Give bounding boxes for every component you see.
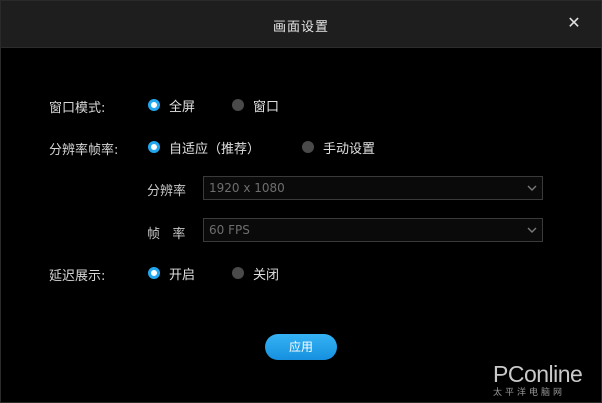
delay-display-label: 延迟展示:: [49, 269, 106, 284]
display-settings-dialog: 画面设置 ✕ 窗口模式: 全屏 窗口 分辨率帧率: 自适应（推荐） 手动设置 分…: [0, 0, 602, 403]
radio-checked-icon: [148, 99, 160, 111]
pconline-watermark: PConline 太平洋电脑网: [493, 361, 597, 398]
delay-display-off-radio[interactable]: 关闭: [232, 263, 279, 283]
apply-button[interactable]: 应用: [265, 334, 337, 360]
fps-value: 60 FPS: [209, 223, 250, 237]
resolution-manual-radio[interactable]: 手动设置: [302, 137, 375, 157]
chevron-down-icon: [527, 185, 537, 191]
radio-unchecked-icon: [232, 267, 244, 279]
watermark-logo: PConline: [493, 361, 583, 387]
resolution-adaptive-radio[interactable]: 自适应（推荐）: [148, 137, 260, 157]
radio-label: 手动设置: [323, 141, 376, 157]
radio-label: 全屏: [169, 99, 196, 115]
radio-label: 关闭: [253, 267, 280, 283]
window-mode-windowed-radio[interactable]: 窗口: [232, 95, 279, 115]
chevron-down-icon: [527, 227, 537, 233]
radio-label: 开启: [169, 267, 196, 283]
close-icon[interactable]: ✕: [565, 12, 583, 34]
dialog-title: 画面设置: [272, 20, 329, 35]
delay-display-on-radio[interactable]: 开启: [148, 263, 195, 283]
radio-label: 窗口: [253, 99, 280, 115]
resolution-fps-label: 分辨率帧率:: [49, 143, 119, 158]
resolution-value: 1920 x 1080: [209, 181, 285, 195]
window-mode-fullscreen-radio[interactable]: 全屏: [148, 95, 195, 115]
radio-checked-icon: [148, 141, 160, 153]
resolution-select[interactable]: 1920 x 1080: [203, 176, 543, 200]
fps-label: 帧 率: [147, 227, 186, 242]
radio-unchecked-icon: [302, 141, 314, 153]
resolution-label: 分辨率: [147, 184, 187, 199]
window-mode-label: 窗口模式:: [49, 101, 106, 116]
radio-label: 自适应（推荐）: [169, 141, 261, 157]
radio-unchecked-icon: [232, 99, 244, 111]
title-bar: 画面设置 ✕: [1, 1, 601, 48]
radio-checked-icon: [148, 267, 160, 279]
fps-select[interactable]: 60 FPS: [203, 218, 543, 242]
